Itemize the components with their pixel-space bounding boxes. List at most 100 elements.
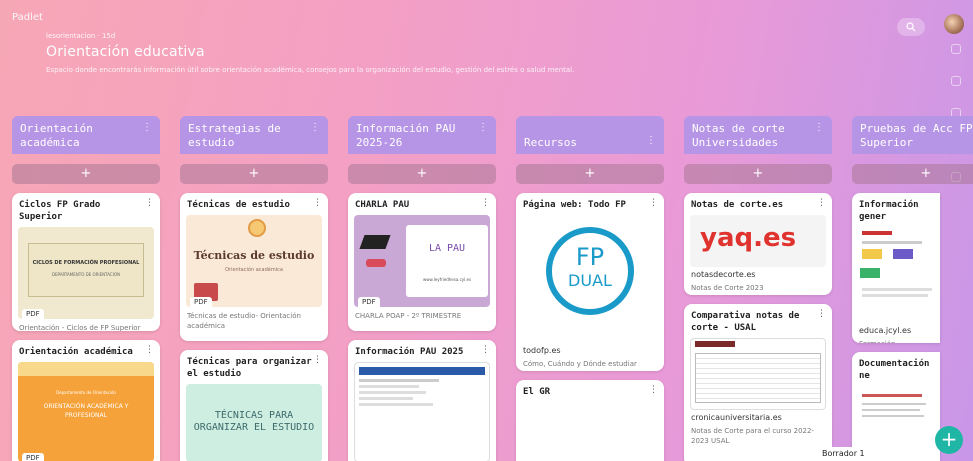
thumb-title: CICLOS DE FORMACIÓN PROFESIONAL	[32, 260, 140, 266]
image-thumbnail[interactable]: TÉCNICAS PARA ORGANIZAR EL ESTUDIO	[186, 384, 322, 461]
post-menu-icon[interactable]: ⋮	[481, 345, 490, 355]
clock-icon	[248, 219, 266, 237]
add-post-fab[interactable]: +	[935, 426, 963, 454]
post-title: Técnicas de estudio	[187, 200, 290, 210]
table-thumbnail[interactable]	[690, 338, 826, 410]
post-card[interactable]: Documentación ne	[852, 352, 940, 461]
post-caption: Notas de Corte 2023	[691, 284, 764, 292]
column-title: Recursos	[524, 136, 577, 149]
post-title: Documentación ne	[859, 359, 930, 381]
board-description: Espacio donde encontrarás información út…	[46, 66, 575, 74]
post-menu-icon[interactable]: ⋮	[145, 345, 154, 355]
graduation-cap-icon	[359, 235, 391, 249]
post-card[interactable]: Técnicas de estudio ⋮ Técnicas de estudi…	[180, 193, 328, 341]
pdf-thumbnail[interactable]: Departamento de Orientación ORIENTACIÓN …	[18, 362, 154, 461]
add-post-button[interactable]: +	[852, 164, 973, 184]
thumb-subtitle: www.leyfriedhesa.cyl.es	[422, 277, 472, 282]
post-caption: Técnicas de estudio- Orientación académi…	[187, 312, 301, 330]
column-pruebas-de-acceso: Pruebas de Acc FP Superior +	[852, 116, 973, 184]
column-menu-icon[interactable]: ⋮	[478, 121, 488, 135]
pdf-badge: PDF	[358, 297, 380, 307]
column-menu-icon[interactable]: ⋮	[142, 121, 152, 135]
post-menu-icon[interactable]: ⋮	[817, 309, 826, 319]
column-estrategias-de-estudio: Estrategias de estudio ⋮ +	[180, 116, 328, 184]
column-header[interactable]: Información PAU 2025-26 ⋮	[348, 116, 496, 154]
post-menu-icon[interactable]: ⋮	[649, 198, 658, 208]
post-card[interactable]: Página web: Todo FP ⋮ FP DUAL todofp.es …	[516, 193, 664, 371]
pdf-thumbnail[interactable]: Técnicas de estudio Orientación académic…	[186, 215, 322, 307]
post-url[interactable]: todofp.es	[516, 343, 664, 355]
post-url[interactable]: cronicauniversitaria.es	[684, 410, 832, 422]
webpage-thumbnail[interactable]	[354, 362, 490, 461]
post-menu-icon[interactable]: ⋮	[817, 198, 826, 208]
avatar[interactable]	[944, 14, 964, 34]
thumb-subtitle: DEPARTAMENTO DE ORIENTACIÓN	[51, 272, 121, 277]
post-card[interactable]: El GR ⋮	[516, 380, 664, 461]
post-card[interactable]: Información gener educa.jcyl.es Formació…	[852, 193, 940, 343]
post-card[interactable]: Información PAU 2025 ⋮	[348, 340, 496, 461]
column-title: Notas de corte Universidades	[692, 122, 785, 149]
post-title: Notas de corte.es	[691, 200, 784, 210]
board-author: lesorientacion · 15d	[46, 32, 116, 40]
post-caption: Cómo, Cuándo y Dónde estudiar	[523, 360, 637, 368]
column-title: Información PAU 2025-26	[356, 122, 456, 149]
post-title: Técnicas para organizar el estudio	[187, 357, 312, 379]
column-notas-de-corte: Notas de corte Universidades ⋮ +	[684, 116, 832, 184]
column-header[interactable]: Pruebas de Acc FP Superior	[852, 116, 973, 154]
post-title: Orientación académica	[19, 347, 133, 357]
image-thumbnail[interactable]: FP DUAL	[522, 215, 658, 343]
post-card[interactable]: Comparativa notas de corte - USAL ⋮ cron…	[684, 304, 832, 461]
pdf-thumbnail[interactable]: CICLOS DE FORMACIÓN PROFESIONAL DEPARTAM…	[18, 227, 154, 319]
thumb-title: ORIENTACIÓN ACADÉMICA Y PROFESIONAL	[43, 403, 129, 419]
add-post-button[interactable]: +	[516, 164, 664, 184]
padlet-logo[interactable]: Padlet	[12, 12, 43, 23]
search-button[interactable]	[897, 18, 925, 36]
edit-icon[interactable]	[951, 44, 961, 54]
post-card[interactable]: Ciclos FP Grado Superior ⋮ CICLOS DE FOR…	[12, 193, 160, 331]
column-menu-icon[interactable]: ⋮	[814, 121, 824, 135]
add-post-button[interactable]: +	[684, 164, 832, 184]
column-menu-icon[interactable]: ⋮	[310, 121, 320, 135]
post-url[interactable]: notasdecorte.es	[684, 267, 832, 279]
column-menu-icon[interactable]: ⋮	[646, 134, 656, 148]
layout-icon[interactable]	[951, 76, 961, 86]
post-url[interactable]: educa.jcyl.es	[852, 323, 940, 335]
add-post-button[interactable]: +	[180, 164, 328, 184]
diploma-icon	[366, 259, 386, 267]
column-header[interactable]: Estrategias de estudio ⋮	[180, 116, 328, 154]
draft-indicator[interactable]: Borrador 1	[812, 447, 872, 461]
post-card[interactable]: Orientación académica ⋮ Departamento de …	[12, 340, 160, 461]
post-title: El GR	[523, 387, 551, 397]
post-card[interactable]: CHARLA PAU ⋮ LA PAU www.leyfriedhesa.cyl…	[348, 193, 496, 331]
board-header: Padlet lesorientacion · 15d Orientación …	[0, 0, 973, 100]
post-title: Página web: Todo FP	[523, 200, 626, 210]
board-title: Orientación educativa	[46, 44, 205, 60]
thumb-title: Técnicas de estudio	[193, 249, 315, 262]
column-recursos: Recursos ⋮ +	[516, 116, 664, 184]
thumb-title: TÉCNICAS PARA ORGANIZAR EL ESTUDIO	[193, 410, 315, 433]
document-thumbnail[interactable]	[858, 386, 934, 456]
post-menu-icon[interactable]: ⋮	[481, 198, 490, 208]
post-menu-icon[interactable]: ⋮	[145, 198, 154, 208]
column-header[interactable]: Orientación académica ⋮	[12, 116, 160, 154]
post-card[interactable]: Notas de corte.es ⋮ yaq.es notasdecorte.…	[684, 193, 832, 295]
post-card[interactable]: Técnicas para organizar el estudio ⋮ TÉC…	[180, 350, 328, 461]
column-orientacion-academica: Orientación académica ⋮ +	[12, 116, 160, 184]
search-icon	[906, 22, 916, 32]
webpage-thumbnail[interactable]	[858, 227, 940, 323]
post-title: Información gener	[859, 200, 919, 222]
pdf-badge: PDF	[22, 453, 44, 461]
fp-dual-logo: FP DUAL	[546, 227, 634, 315]
post-menu-icon[interactable]: ⋮	[313, 355, 322, 365]
column-header[interactable]: Recursos ⋮	[516, 116, 664, 154]
add-post-button[interactable]: +	[348, 164, 496, 184]
column-informacion-pau: Información PAU 2025-26 ⋮ +	[348, 116, 496, 184]
pdf-thumbnail[interactable]: LA PAU www.leyfriedhesa.cyl.es PDF	[354, 215, 490, 307]
post-title: Ciclos FP Grado Superior	[19, 200, 101, 222]
post-menu-icon[interactable]: ⋮	[313, 198, 322, 208]
image-thumbnail[interactable]: yaq.es	[690, 215, 826, 267]
column-header[interactable]: Notas de corte Universidades ⋮	[684, 116, 832, 154]
post-menu-icon[interactable]: ⋮	[649, 385, 658, 395]
pdf-badge: PDF	[22, 309, 44, 319]
add-post-button[interactable]: +	[12, 164, 160, 184]
